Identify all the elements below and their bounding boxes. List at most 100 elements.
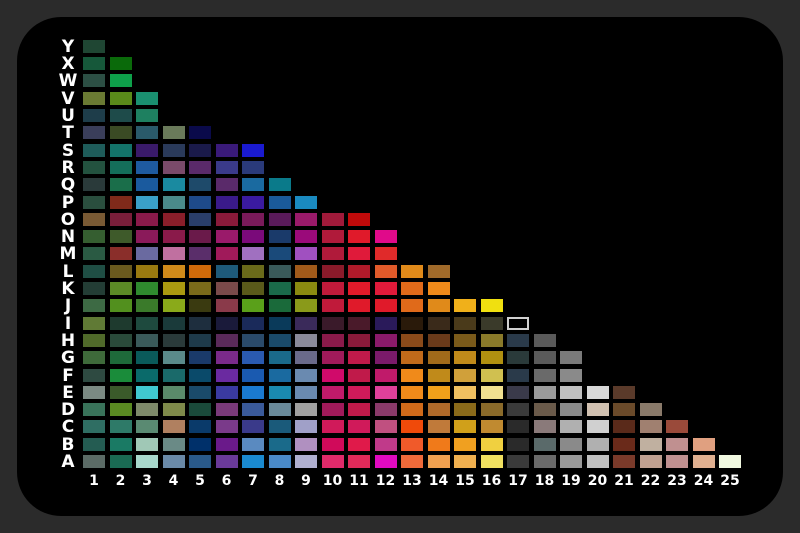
color-swatch-c7[interactable] (242, 420, 264, 434)
color-swatch-q1[interactable] (83, 178, 105, 192)
color-swatch-h13[interactable] (401, 333, 423, 347)
color-swatch-c9[interactable] (295, 420, 317, 434)
color-swatch-d21[interactable] (613, 403, 635, 417)
color-swatch-s1[interactable] (83, 143, 105, 157)
color-swatch-j6[interactable] (215, 299, 238, 313)
color-swatch-c8[interactable] (268, 420, 291, 434)
color-swatch-o9[interactable] (295, 212, 317, 226)
color-swatch-f3[interactable] (136, 368, 158, 382)
color-swatch-e14[interactable] (427, 385, 450, 399)
color-swatch-a17[interactable] (507, 455, 529, 468)
color-swatch-d2[interactable] (109, 403, 132, 417)
color-swatch-i4[interactable] (162, 316, 185, 330)
color-swatch-b7[interactable] (242, 437, 264, 451)
color-swatch-h18[interactable] (533, 333, 556, 347)
color-swatch-b9[interactable] (295, 437, 317, 451)
color-swatch-h15[interactable] (454, 333, 476, 347)
color-swatch-f14[interactable] (427, 368, 450, 382)
color-swatch-c22[interactable] (639, 420, 662, 434)
color-swatch-v2[interactable] (109, 91, 132, 105)
color-swatch-o11[interactable] (348, 212, 370, 226)
color-swatch-j5[interactable] (189, 299, 211, 313)
color-swatch-k8[interactable] (268, 282, 291, 295)
color-swatch-m2[interactable] (109, 247, 132, 261)
color-swatch-t3[interactable] (136, 126, 158, 140)
color-swatch-m5[interactable] (189, 247, 211, 261)
color-swatch-t2[interactable] (109, 126, 132, 140)
color-swatch-r2[interactable] (109, 160, 132, 174)
color-swatch-h7[interactable] (242, 333, 264, 347)
color-swatch-h8[interactable] (268, 333, 291, 347)
color-swatch-f15[interactable] (454, 368, 476, 382)
color-swatch-d7[interactable] (242, 403, 264, 417)
color-swatch-r6[interactable] (215, 160, 238, 174)
color-swatch-g1[interactable] (83, 351, 105, 365)
color-swatch-d17[interactable] (507, 403, 529, 417)
color-swatch-s7[interactable] (242, 143, 264, 157)
color-swatch-k11[interactable] (348, 282, 370, 295)
color-swatch-f11[interactable] (348, 368, 370, 382)
color-swatch-p8[interactable] (268, 195, 291, 209)
color-swatch-f7[interactable] (242, 368, 264, 382)
color-swatch-g15[interactable] (454, 351, 476, 365)
color-swatch-e6[interactable] (215, 385, 238, 399)
color-swatch-h14[interactable] (427, 333, 450, 347)
color-swatch-s3[interactable] (136, 143, 158, 157)
color-swatch-d1[interactable] (83, 403, 105, 417)
color-swatch-a11[interactable] (348, 455, 370, 468)
color-swatch-o4[interactable] (162, 212, 185, 226)
color-swatch-o1[interactable] (83, 212, 105, 226)
color-swatch-g10[interactable] (321, 351, 344, 365)
color-swatch-j8[interactable] (268, 299, 291, 313)
selection-marker[interactable] (507, 316, 529, 330)
color-swatch-e18[interactable] (533, 385, 556, 399)
color-swatch-n1[interactable] (83, 230, 105, 244)
color-swatch-i10[interactable] (321, 316, 344, 330)
color-swatch-g13[interactable] (401, 351, 423, 365)
color-swatch-b18[interactable] (533, 437, 556, 451)
color-swatch-p2[interactable] (109, 195, 132, 209)
color-swatch-c5[interactable] (189, 420, 211, 434)
color-swatch-g9[interactable] (295, 351, 317, 365)
color-swatch-r5[interactable] (189, 160, 211, 174)
color-swatch-n8[interactable] (268, 230, 291, 244)
color-swatch-i15[interactable] (454, 316, 476, 330)
color-swatch-d6[interactable] (215, 403, 238, 417)
color-swatch-g5[interactable] (189, 351, 211, 365)
color-swatch-e13[interactable] (401, 385, 423, 399)
color-swatch-p1[interactable] (83, 195, 105, 209)
color-swatch-s5[interactable] (189, 143, 211, 157)
color-swatch-g6[interactable] (215, 351, 238, 365)
color-swatch-h3[interactable] (136, 333, 158, 347)
color-swatch-b15[interactable] (454, 437, 476, 451)
color-swatch-a19[interactable] (560, 455, 582, 468)
color-swatch-a14[interactable] (427, 455, 450, 468)
color-swatch-t4[interactable] (162, 126, 185, 140)
color-swatch-n6[interactable] (215, 230, 238, 244)
color-swatch-d18[interactable] (533, 403, 556, 417)
color-swatch-c16[interactable] (480, 420, 503, 434)
color-swatch-e16[interactable] (480, 385, 503, 399)
color-swatch-f6[interactable] (215, 368, 238, 382)
color-swatch-i2[interactable] (109, 316, 132, 330)
color-swatch-d5[interactable] (189, 403, 211, 417)
color-swatch-o7[interactable] (242, 212, 264, 226)
color-swatch-c15[interactable] (454, 420, 476, 434)
color-swatch-j12[interactable] (374, 299, 397, 313)
color-swatch-j4[interactable] (162, 299, 185, 313)
color-swatch-d8[interactable] (268, 403, 291, 417)
color-swatch-m1[interactable] (83, 247, 105, 261)
color-swatch-a6[interactable] (215, 455, 238, 468)
color-swatch-l2[interactable] (109, 264, 132, 278)
color-swatch-e2[interactable] (109, 385, 132, 399)
color-swatch-k1[interactable] (83, 282, 105, 295)
color-swatch-q3[interactable] (136, 178, 158, 192)
color-swatch-a23[interactable] (666, 455, 688, 468)
color-swatch-l3[interactable] (136, 264, 158, 278)
color-swatch-c20[interactable] (586, 420, 609, 434)
color-swatch-i5[interactable] (189, 316, 211, 330)
color-swatch-y1[interactable] (83, 39, 105, 53)
color-swatch-a24[interactable] (692, 455, 715, 468)
color-swatch-p6[interactable] (215, 195, 238, 209)
color-swatch-b19[interactable] (560, 437, 582, 451)
